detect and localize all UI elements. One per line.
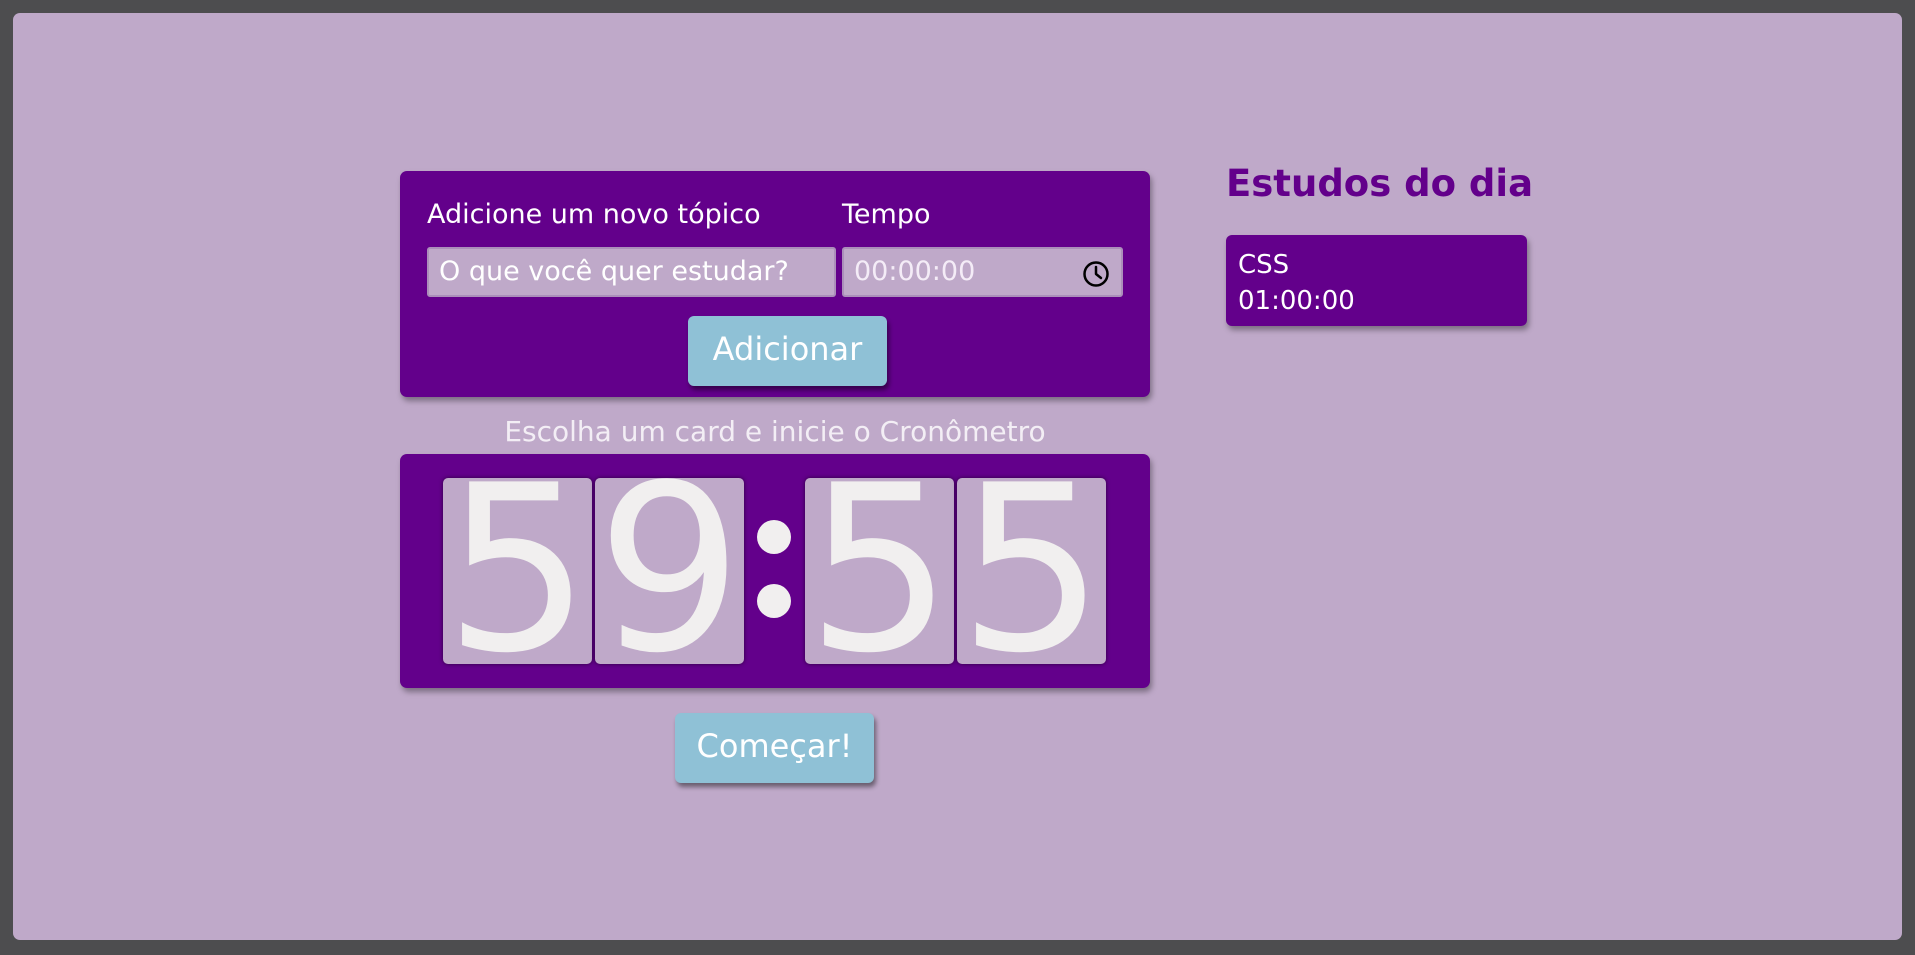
time-label: Tempo <box>842 199 931 230</box>
new-topic-form: Adicione um novo tópico Tempo O que você… <box>400 171 1150 397</box>
separator-dot-bottom <box>757 584 791 618</box>
clock-icon[interactable] <box>1081 259 1111 289</box>
topic-input[interactable]: O que você quer estudar? <box>427 247 836 297</box>
separator-dot-top <box>757 520 791 554</box>
time-input-value: 00:00:00 <box>854 256 976 287</box>
app-window: Adicione um novo tópico Tempo O que você… <box>13 13 1902 940</box>
daily-studies-title: Estudos do dia <box>1226 162 1534 205</box>
time-input[interactable]: 00:00:00 <box>842 247 1123 297</box>
seconds-units-digit: 5 <box>957 478 1106 664</box>
time-separator <box>745 478 805 664</box>
study-card[interactable]: CSS 01:00:00 <box>1226 235 1527 326</box>
topic-label: Adicione um novo tópico <box>427 199 761 230</box>
minutes-units-digit: 9 <box>595 478 744 664</box>
seconds-tens-digit: 5 <box>805 478 954 664</box>
stopwatch-caption: Escolha um card e inicie o Cronômetro <box>504 415 1046 448</box>
start-button[interactable]: Começar! <box>675 713 874 783</box>
stopwatch-display: 5 9 5 5 <box>400 454 1150 688</box>
study-card-name: CSS <box>1238 250 1290 280</box>
add-button[interactable]: Adicionar <box>688 316 887 386</box>
minutes-tens-digit: 5 <box>443 478 592 664</box>
study-card-time: 01:00:00 <box>1238 286 1355 316</box>
